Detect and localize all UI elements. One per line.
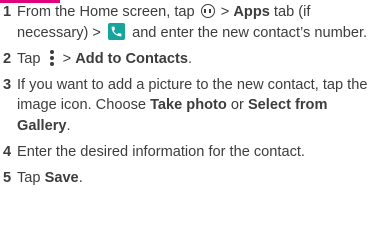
step-2: 2 Tap > Add to Contacts. — [0, 49, 383, 70]
save-label: Save — [44, 169, 79, 186]
step-text: . — [78, 169, 83, 186]
step-text: . — [66, 117, 71, 134]
step-3: 3 If you want to add a picture to the ne… — [0, 75, 383, 137]
menu-icon — [49, 49, 55, 66]
phone-icon — [108, 22, 126, 40]
step-text: From the Home screen, tap — [17, 4, 195, 20]
step-text: or — [230, 97, 244, 113]
step-text: Tap — [17, 169, 41, 186]
step-text: . — [187, 50, 193, 67]
apps-label: Apps — [233, 4, 270, 20]
step-number: 2 — [3, 50, 12, 67]
step-number: 3 — [3, 76, 12, 93]
step-text: Tap — [17, 50, 41, 67]
take-photo-label: Take photo — [150, 97, 227, 113]
step-text: and enter the new contact’s number. — [132, 24, 368, 41]
step-5: 5 Tap Save. — [0, 168, 383, 189]
step-number: 4 — [3, 143, 12, 160]
add-to-contacts-label: Add to Contacts — [75, 50, 188, 67]
step-1: 1 From the Home screen, tap > Apps tab (… — [0, 2, 383, 43]
step-text: > — [62, 50, 72, 67]
step-4: 4 Enter the desired information for the … — [0, 142, 383, 163]
step-text: > — [220, 4, 230, 20]
step-number: 5 — [3, 169, 12, 186]
step-number: 1 — [3, 4, 12, 20]
instruction-steps: 1 From the Home screen, tap > Apps tab (… — [0, 2, 383, 194]
step-text: Enter the desired information for the co… — [17, 143, 305, 160]
apps-circle-icon — [200, 4, 215, 18]
